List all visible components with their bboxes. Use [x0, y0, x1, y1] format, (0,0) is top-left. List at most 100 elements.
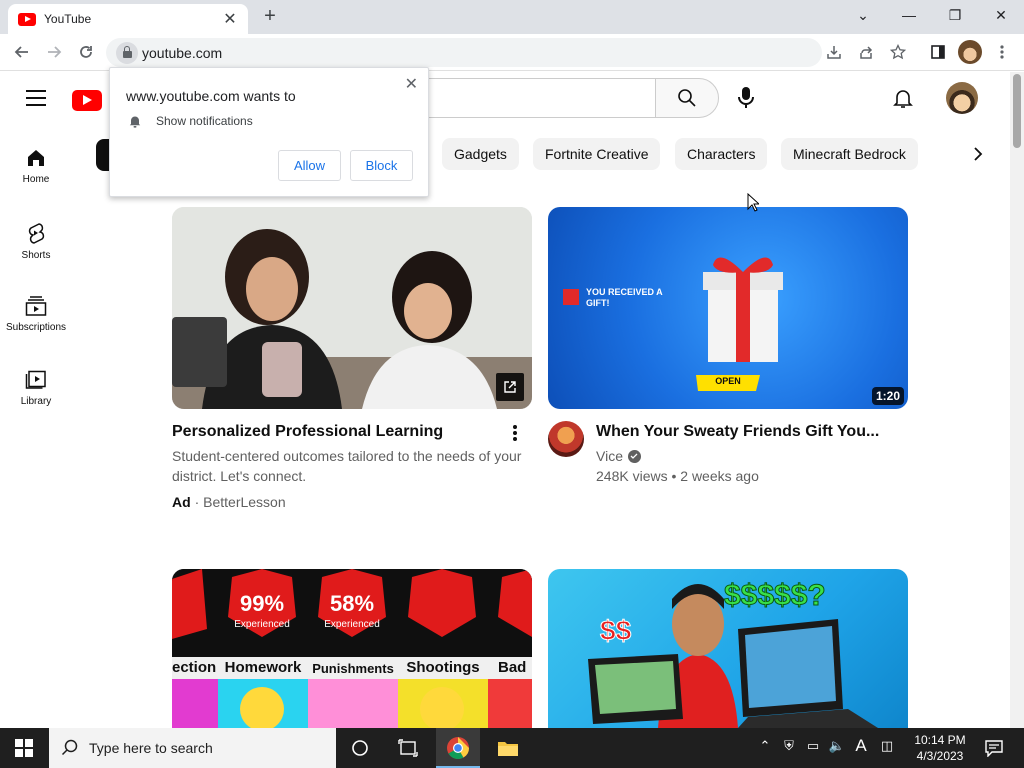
tray-ime-icon[interactable]: ◫	[877, 738, 897, 754]
new-tab-button[interactable]: +	[258, 5, 282, 28]
arrow-left-icon	[14, 46, 28, 58]
lock-icon	[122, 45, 132, 58]
chip-characters[interactable]: Characters	[675, 138, 768, 170]
restore-button[interactable]: ❐	[932, 0, 978, 30]
ad-sponsor[interactable]: BetterLesson	[203, 494, 286, 510]
nav-home[interactable]: Home	[0, 148, 72, 185]
tab-search-button[interactable]: ⌄	[840, 0, 886, 30]
nav-library[interactable]: Library	[0, 370, 72, 407]
notification-permission-popup: www.youtube.com wants to ✕ Show notifica…	[109, 67, 429, 197]
thumb-open-label: OPEN	[715, 376, 741, 386]
allow-button[interactable]: Allow	[278, 150, 341, 181]
address-bar[interactable]: youtube.com	[106, 38, 822, 67]
video-thumbnail[interactable]	[172, 207, 532, 409]
ad-description: Student-centered outcomes tailored to th…	[172, 448, 522, 484]
tray-chevron-up-icon[interactable]: ⌃	[755, 738, 775, 754]
page-scrollbar[interactable]	[1010, 72, 1024, 728]
more-options-icon[interactable]	[512, 424, 526, 442]
search-input[interactable]	[410, 78, 656, 118]
tray-network-icon[interactable]: ▭	[803, 738, 823, 754]
library-icon	[25, 370, 46, 389]
reload-button[interactable]	[74, 40, 98, 64]
windows-taskbar: Type here to search ⌃ ⛨ ▭ 🔈 A ◫ 10:14 PM…	[0, 728, 1024, 768]
chips-next-button[interactable]	[966, 142, 990, 166]
taskbar-chrome[interactable]	[436, 728, 480, 768]
clock-date: 4/3/2023	[916, 749, 964, 763]
window-close-button[interactable]: ✕	[978, 0, 1024, 30]
browser-toolbar: youtube.com	[0, 34, 1024, 71]
url-text: youtube.com	[142, 44, 223, 61]
bell-icon	[893, 90, 913, 108]
tray-volume-icon[interactable]: 🔈	[827, 738, 847, 754]
start-button[interactable]	[12, 736, 36, 760]
permission-row: Show notifications	[128, 114, 253, 128]
thumb-label: Punishments	[312, 661, 394, 676]
tab-close-icon[interactable]: ✕	[222, 9, 238, 29]
youtube-logo[interactable]	[72, 90, 102, 111]
youtube-favicon-icon	[18, 12, 36, 26]
video-stats: 248K views • 2 weeks ago	[596, 468, 759, 484]
share-icon[interactable]	[856, 42, 876, 62]
chip-fortnite-creative[interactable]: Fortnite Creative	[533, 138, 661, 170]
video-thumbnail[interactable]: 99% Experienced 58% Experienced ection H…	[172, 569, 532, 728]
menu-hamburger-icon[interactable]	[26, 90, 46, 106]
nav-label: Shorts	[21, 250, 51, 261]
action-center-button[interactable]	[982, 736, 1006, 760]
home-icon	[28, 150, 44, 166]
video-thumbnail[interactable]: YOU RECEIVED A GIFT! OPEN 1:20	[548, 207, 908, 409]
bell-icon	[129, 116, 141, 128]
thumb-caption: YOU RECEIVED A GIFT!	[586, 287, 663, 308]
channel-name[interactable]: Vice	[596, 446, 623, 466]
install-app-icon[interactable]	[824, 42, 844, 62]
browser-tab-youtube[interactable]: YouTube ✕	[8, 4, 248, 34]
user-avatar[interactable]	[946, 82, 978, 114]
task-view-button[interactable]	[396, 736, 420, 760]
taskbar-clock[interactable]: 10:14 PM 4/3/2023	[904, 732, 976, 764]
chrome-profile-avatar[interactable]	[958, 40, 982, 64]
voice-search-button[interactable]	[734, 86, 758, 110]
notifications-button[interactable]	[891, 86, 915, 110]
nav-subscriptions[interactable]: Subscriptions	[0, 296, 72, 333]
external-link-icon[interactable]	[496, 373, 524, 401]
search-icon	[678, 89, 696, 107]
video-thumbnail[interactable]: $$$$$? $$	[548, 569, 908, 728]
nav-label: Library	[20, 396, 52, 407]
popup-close-icon[interactable]: ✕	[405, 74, 418, 94]
tray-language-icon[interactable]: A	[851, 736, 871, 756]
taskbar-search[interactable]: Type here to search	[49, 728, 336, 768]
minimize-button[interactable]: —	[886, 0, 932, 30]
cortana-button[interactable]	[348, 736, 372, 760]
search-button[interactable]	[655, 78, 719, 118]
site-info-button[interactable]	[116, 41, 138, 64]
forward-button[interactable]	[42, 40, 66, 64]
taskbar-file-explorer[interactable]	[496, 736, 520, 760]
chevron-right-icon	[974, 147, 983, 161]
channel-avatar[interactable]	[548, 421, 584, 457]
video-title[interactable]: Personalized Professional Learning	[172, 423, 443, 441]
side-panel-icon[interactable]	[928, 42, 948, 62]
chip-gadgets[interactable]: Gadgets	[442, 138, 519, 170]
chrome-logo-icon	[447, 737, 469, 759]
video-title[interactable]: When Your Sweaty Friends Gift You...	[596, 423, 879, 441]
tray-security-icon[interactable]: ⛨	[779, 738, 799, 754]
nav-label: Subscriptions	[5, 322, 67, 333]
thumb-percent: 58%	[329, 591, 375, 616]
tab-title: YouTube	[44, 12, 92, 26]
thumb-percent: 99%	[239, 591, 285, 616]
video-duration: 1:20	[871, 387, 904, 405]
scrollbar-thumb[interactable]	[1013, 74, 1021, 148]
subscriptions-icon	[25, 296, 47, 316]
search-icon	[61, 739, 78, 756]
chrome-menu-icon[interactable]	[992, 42, 1012, 62]
notification-chat-icon	[985, 740, 1003, 757]
block-button[interactable]: Block	[350, 150, 413, 181]
folder-icon	[498, 742, 518, 756]
thumb-dollars: $$$$$?	[724, 579, 827, 613]
back-button[interactable]	[10, 40, 34, 64]
mouse-cursor-icon	[747, 193, 759, 212]
chip-minecraft-bedrock[interactable]: Minecraft Bedrock	[781, 138, 918, 170]
bookmark-star-icon[interactable]	[888, 42, 908, 62]
thumb-sub: Experienced	[234, 619, 290, 630]
permission-text: Show notifications	[156, 114, 253, 128]
nav-shorts[interactable]: Shorts	[0, 222, 72, 261]
